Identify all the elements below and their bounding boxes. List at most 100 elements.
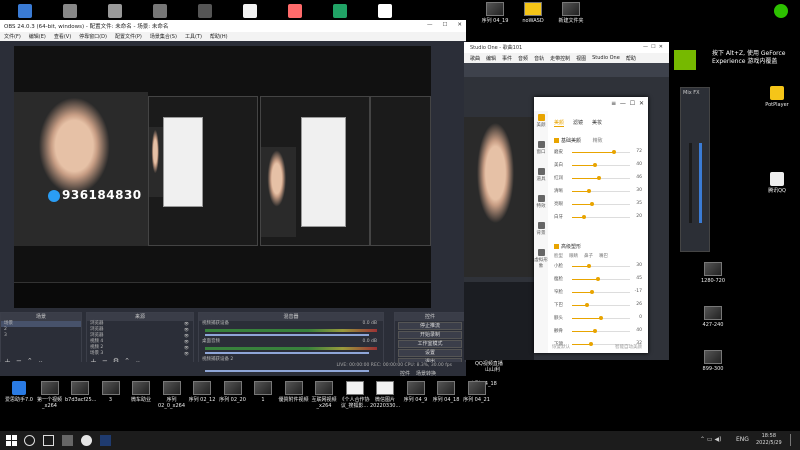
desktop-icon[interactable]: 微车助业 bbox=[126, 381, 156, 403]
desktop-icon[interactable]: 序列 04_19 bbox=[478, 2, 512, 24]
beauty-slider[interactable]: 清晰 30 bbox=[554, 188, 642, 196]
maximize-icon[interactable]: ☐ bbox=[630, 100, 635, 107]
menu-item[interactable]: 音轨 bbox=[534, 55, 544, 62]
desktop-icon[interactable] bbox=[102, 4, 128, 20]
shape-tab[interactable]: 嘴巴 bbox=[599, 253, 608, 259]
mode-select[interactable]: 精致 bbox=[593, 138, 603, 144]
control-button[interactable]: 停止推流 bbox=[398, 322, 462, 330]
menu-item[interactable]: 查看(V) bbox=[54, 33, 71, 40]
menu-item[interactable]: 视图 bbox=[576, 55, 586, 62]
slider-knob[interactable] bbox=[590, 290, 595, 294]
volume-slider[interactable] bbox=[205, 370, 369, 372]
search-icon[interactable] bbox=[24, 435, 35, 446]
desktop-icon[interactable]: 序列 02_20 bbox=[218, 381, 248, 403]
minimize-icon[interactable]: — bbox=[620, 100, 626, 107]
beauty-slider[interactable]: 颧骨 40 bbox=[554, 328, 642, 336]
desktop-icon[interactable]: 序列 02_0_x264 bbox=[157, 381, 187, 409]
menu-item[interactable]: 配置文件(P) bbox=[115, 33, 142, 40]
obs-titlebar[interactable]: OBS 24.0.3 (64-bit, windows) - 配置文件: 未命名… bbox=[0, 20, 466, 32]
shape-tab[interactable]: 眼睛 bbox=[569, 253, 578, 259]
tray-icons[interactable]: ⌃ ▭ ◀) bbox=[700, 436, 721, 443]
slider-knob[interactable] bbox=[585, 303, 590, 307]
obs-window[interactable]: OBS 24.0.3 (64-bit, windows) - 配置文件: 未命名… bbox=[0, 20, 466, 377]
close-icon[interactable]: ✕ bbox=[457, 22, 462, 28]
beauty-slider[interactable]: 小脸 30 bbox=[554, 263, 642, 271]
fader-left[interactable] bbox=[689, 143, 692, 223]
app-icon[interactable] bbox=[81, 435, 92, 446]
language-indicator[interactable]: ENG bbox=[736, 436, 749, 443]
desktop-icon[interactable]: 新建文件夹 bbox=[554, 2, 588, 24]
menu-item[interactable]: 音频 bbox=[518, 55, 528, 62]
slider-knob[interactable] bbox=[599, 316, 603, 320]
desktop-icon[interactable] bbox=[327, 4, 353, 20]
desktop-icon[interactable]: 序列 04_21 bbox=[462, 381, 492, 403]
menu-item[interactable]: 编辑(E) bbox=[29, 33, 46, 40]
show-desktop-button[interactable] bbox=[790, 434, 797, 446]
desktop-icon[interactable]: noWASD bbox=[516, 2, 550, 24]
task-view-icon[interactable] bbox=[43, 435, 54, 446]
beauty-tab[interactable]: 滤镜 bbox=[573, 119, 583, 127]
beauty-slider[interactable]: 白牙 20 bbox=[554, 214, 642, 222]
windows-start-icon[interactable] bbox=[6, 435, 17, 446]
beauty-slider[interactable]: 红润 46 bbox=[554, 175, 642, 183]
checkbox-icon[interactable] bbox=[554, 138, 559, 143]
desktop-icon[interactable]: 序列 04_18 bbox=[431, 381, 461, 403]
slider-knob[interactable] bbox=[593, 163, 598, 167]
desktop-icon[interactable]: 優質附件视频 bbox=[279, 381, 309, 403]
tab-controls[interactable]: 控件 bbox=[400, 370, 410, 380]
desktop-icon[interactable] bbox=[147, 4, 173, 20]
desktop-icon[interactable] bbox=[57, 4, 83, 20]
clock[interactable]: 18:58 2022/5/29 bbox=[756, 433, 782, 447]
menu-icon[interactable]: ≡ bbox=[611, 100, 616, 107]
slider-knob[interactable] bbox=[596, 176, 601, 180]
desktop-icon[interactable]: 899-300 bbox=[698, 350, 728, 372]
menu-item[interactable]: 工具(T) bbox=[185, 33, 202, 40]
beauty-slider[interactable]: 磨皮 72 bbox=[554, 149, 642, 157]
maximize-icon[interactable]: ☐ bbox=[442, 22, 447, 28]
fader-right[interactable] bbox=[699, 143, 702, 223]
menu-item[interactable]: 编辑 bbox=[486, 55, 496, 62]
menu-item[interactable]: 场景集合(S) bbox=[150, 33, 177, 40]
desktop-icon[interactable]: PotPlayer bbox=[762, 86, 792, 108]
desktop-icon[interactable] bbox=[12, 4, 38, 20]
beauty-slider[interactable]: 美白 40 bbox=[554, 162, 642, 170]
slider-knob[interactable] bbox=[611, 150, 616, 154]
control-button[interactable]: 工作室模式 bbox=[398, 340, 462, 348]
beauty-slider[interactable]: 瘦脸 45 bbox=[554, 276, 642, 284]
obs-preview[interactable]: 936184830 bbox=[14, 46, 431, 308]
studio-titlebar[interactable]: Studio One - 歌曲101 — ☐ ✕ bbox=[464, 42, 669, 53]
desktop-icon[interactable]: 1 bbox=[248, 381, 278, 403]
slider-knob[interactable] bbox=[590, 202, 595, 206]
desktop-icon[interactable]: 微信图片 20220330... bbox=[370, 381, 400, 409]
close-icon[interactable]: ✕ bbox=[639, 100, 644, 107]
checkbox-icon[interactable] bbox=[554, 244, 559, 249]
menu-item[interactable]: 文件(F) bbox=[4, 33, 21, 40]
menu-item[interactable]: 歌曲 bbox=[470, 55, 480, 62]
wechat-icon[interactable] bbox=[768, 4, 794, 20]
desktop-icon[interactable] bbox=[282, 4, 308, 20]
volume-slider[interactable] bbox=[205, 334, 369, 336]
menu-item[interactable]: 走带控制 bbox=[550, 55, 570, 62]
desktop-icon[interactable] bbox=[192, 4, 218, 20]
desktop-icon-label[interactable]: 山山利 bbox=[485, 366, 500, 373]
beauty-slider[interactable]: 窄脸 -17 bbox=[554, 289, 642, 297]
beauty-slider[interactable]: 下巴 26 bbox=[554, 302, 642, 310]
mixfx-strip[interactable]: Mix FX bbox=[680, 87, 710, 252]
slider-knob[interactable] bbox=[593, 329, 598, 333]
beauty-side-item[interactable]: 背景 bbox=[534, 222, 548, 246]
desktop-icon[interactable]: 序列 02_12 bbox=[187, 381, 217, 403]
beauty-tab[interactable]: 美颜 bbox=[554, 119, 565, 127]
desktop-icon[interactable]: 第一个视频 _x264 bbox=[35, 381, 65, 409]
desktop-icon[interactable]: 1280-720 bbox=[698, 262, 728, 284]
minimize-icon[interactable]: — bbox=[643, 44, 648, 50]
desktop-icon[interactable]: 427-240 bbox=[698, 306, 728, 328]
control-button[interactable]: 设置 bbox=[398, 349, 462, 357]
volume-slider[interactable] bbox=[205, 352, 369, 354]
beauty-side-item[interactable]: 道具 bbox=[534, 168, 548, 192]
auto-beauty-button[interactable]: 智能自动美颜 bbox=[615, 344, 642, 350]
shape-tab[interactable]: 鼻子 bbox=[584, 253, 593, 259]
app-icon[interactable] bbox=[62, 435, 73, 446]
menu-item[interactable]: 帮助 bbox=[626, 55, 636, 62]
close-icon[interactable]: ✕ bbox=[659, 44, 663, 50]
minimize-icon[interactable]: — bbox=[427, 22, 433, 28]
